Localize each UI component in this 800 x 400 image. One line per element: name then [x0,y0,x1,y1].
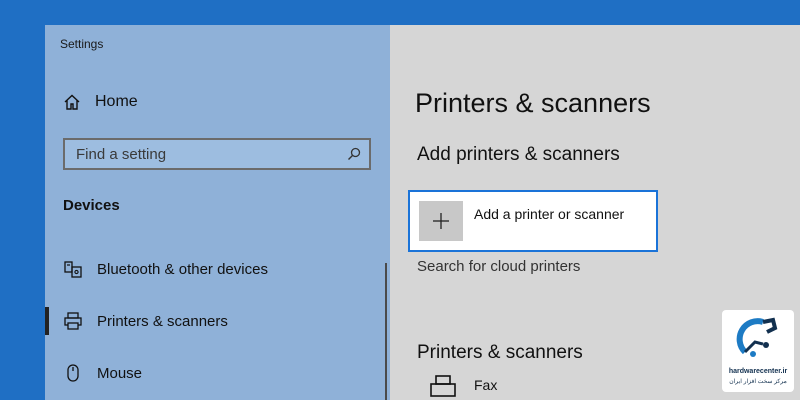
page-title: Printers & scanners [415,88,651,118]
printer-list-item[interactable]: Fax [428,373,497,400]
add-printer-button[interactable]: Add a printer or scanner [408,190,658,252]
sidebar-item-label: Printers & scanners [97,312,228,330]
home-nav-item[interactable]: Home [63,93,138,111]
settings-window: Settings Home Devices Bluetooth & other … [45,25,800,400]
sidebar-item-label: Bluetooth & other devices [97,260,268,278]
fax-printer-icon [430,375,456,397]
home-label: Home [95,93,138,110]
printer-icon [64,312,82,330]
sidebar: Settings Home Devices Bluetooth & other … [45,25,390,400]
search-box[interactable] [63,138,371,170]
add-section-heading: Add printers & scanners [417,144,620,165]
printer-name: Fax [474,377,498,393]
sidebar-item-mouse[interactable]: Mouse [63,363,142,383]
search-input[interactable] [76,145,326,163]
watermark-tagline: مرکز سخت افزار ایران [729,379,787,385]
bluetooth-devices-icon [64,261,82,278]
sidebar-item-bluetooth[interactable]: Bluetooth & other devices [63,259,268,279]
printers-list-heading: Printers & scanners [417,342,583,363]
mouse-icon [67,364,79,382]
selection-indicator [45,307,49,335]
window-title: Settings [60,37,104,51]
add-printer-label: Add a printer or scanner [474,206,625,222]
watermark-site: hardwarecenter.ir [728,368,788,375]
watermark-logo: hardwarecenter.ir مرکز سخت افزار ایران [722,310,794,392]
devices-heading: Devices [63,197,120,214]
search-cloud-printers-link[interactable]: Search for cloud printers [417,258,580,275]
sidebar-item-label: Mouse [97,364,143,382]
home-icon [64,94,80,110]
plus-icon [419,201,463,241]
sidebar-item-printers[interactable]: Printers & scanners [63,311,228,331]
sidebar-scrollbar[interactable] [385,263,387,400]
search-icon[interactable] [347,147,361,161]
circuit-logo-icon [736,317,778,357]
